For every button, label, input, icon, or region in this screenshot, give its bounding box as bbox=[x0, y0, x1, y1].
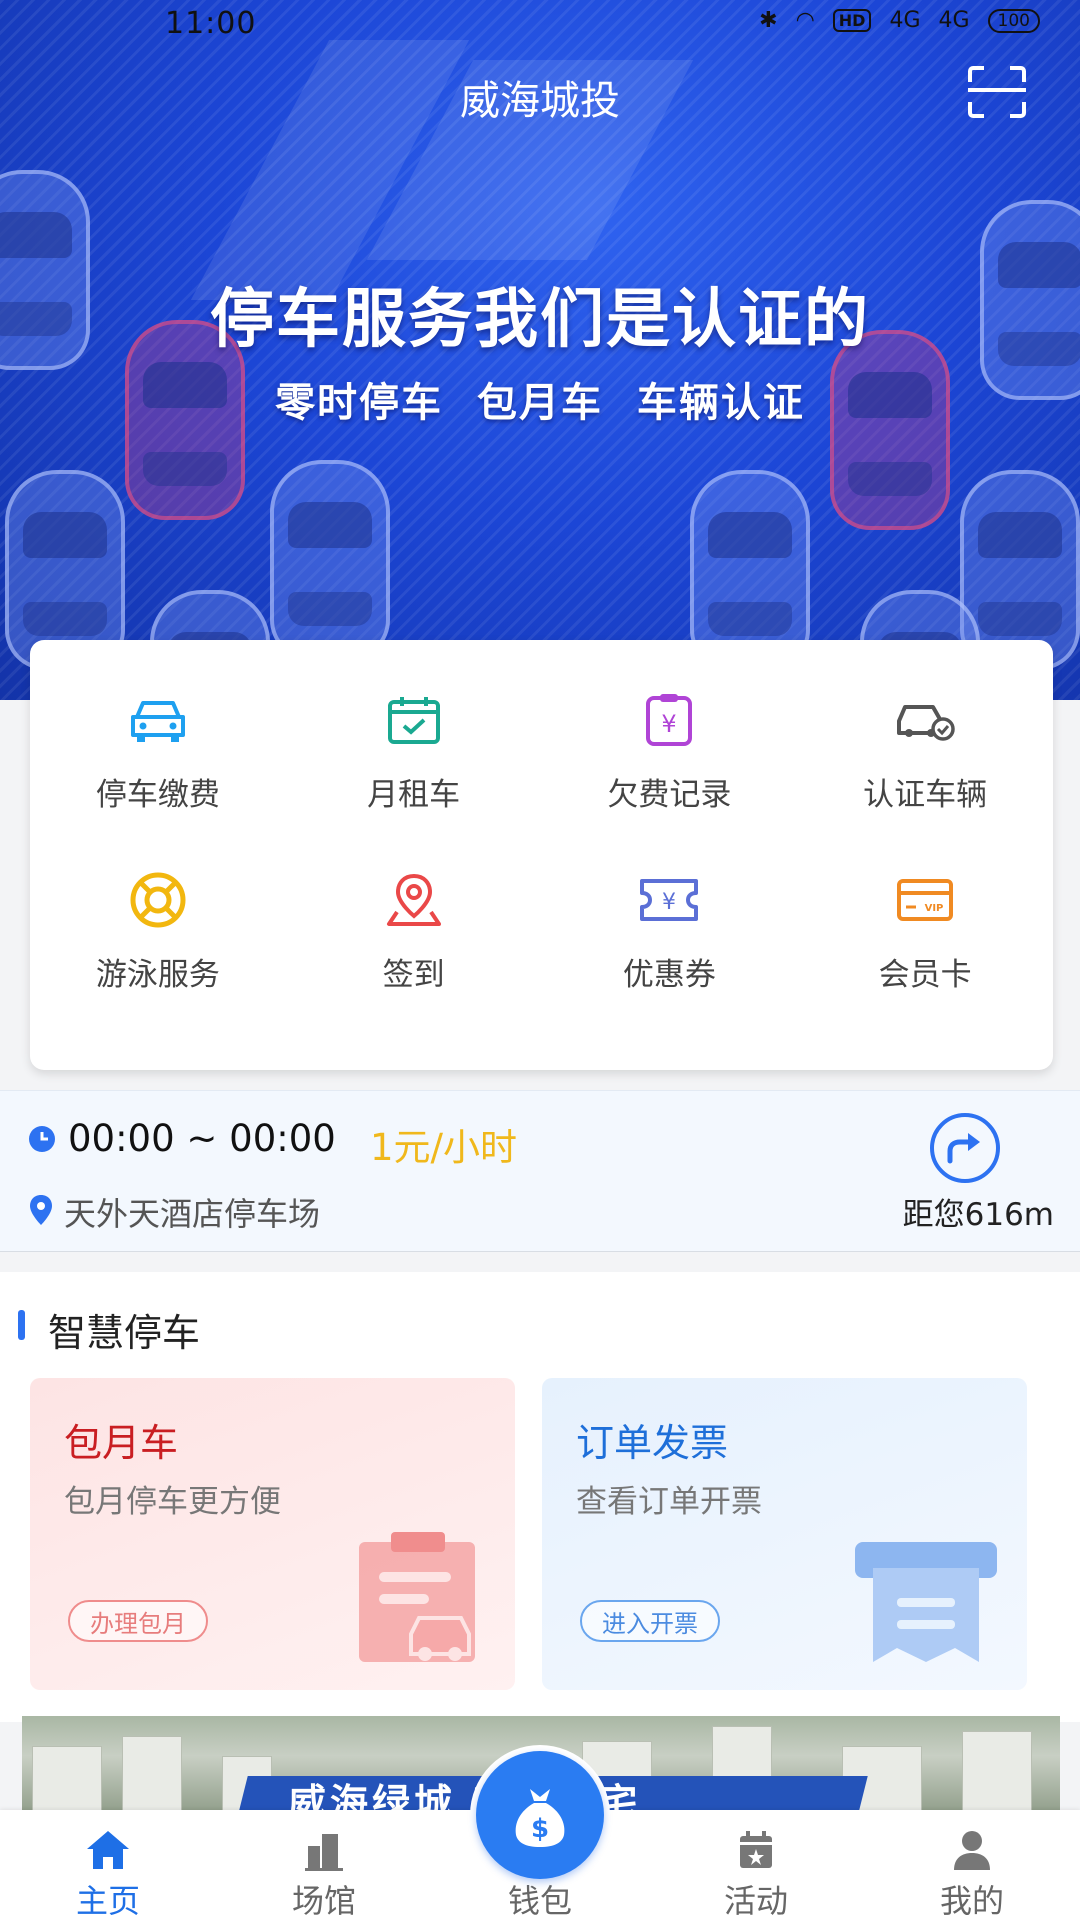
service-monthly-rental[interactable]: 月租车 bbox=[286, 685, 542, 865]
card-description: 查看订单开票 bbox=[576, 1484, 762, 1520]
parking-time-range: 00:00 ~ 00:00 bbox=[68, 1117, 336, 1160]
battery-icon: 100 bbox=[987, 8, 1040, 33]
svg-text:VIP: VIP bbox=[925, 903, 944, 914]
signal-icon: 4G bbox=[938, 8, 970, 33]
enter-invoicing-button[interactable]: 进入开票 bbox=[580, 1600, 720, 1642]
smart-parking-section: 智慧停车 包月车 包月停车更方便 办理包月 订单发票 查看订单开票 进入开票 bbox=[0, 1272, 1080, 1722]
map-pin-icon bbox=[30, 1195, 52, 1225]
car-illustration bbox=[270, 460, 390, 660]
signal-icon: 4G bbox=[889, 8, 921, 33]
parking-lot-name: 天外天酒店停车场 bbox=[64, 1195, 321, 1233]
building-illustration bbox=[32, 1746, 102, 1816]
service-label: 会员卡 bbox=[878, 957, 972, 993]
tab-label: 我的 bbox=[939, 1882, 1004, 1920]
service-label: 优惠券 bbox=[622, 957, 716, 993]
yen-clipboard-icon: ¥ bbox=[634, 685, 704, 755]
wifi-icon: ◠ bbox=[795, 8, 815, 33]
scan-icon[interactable] bbox=[968, 66, 1026, 118]
parking-price: 1元/小时 bbox=[370, 1126, 518, 1169]
parking-distance: 距您616m bbox=[902, 1197, 1054, 1233]
banner-headline: 停车服务我们是认证的 bbox=[210, 283, 870, 357]
nearby-parking-card[interactable]: 00:00 ~ 00:00 1元/小时 天外天酒店停车场 距您616m bbox=[0, 1090, 1080, 1252]
service-coupons[interactable]: ¥ 优惠券 bbox=[542, 865, 798, 1045]
receipt-icon bbox=[855, 1542, 997, 1662]
svg-text:$: $ bbox=[531, 1814, 549, 1844]
service-label: 停车缴费 bbox=[95, 777, 220, 813]
tab-events[interactable]: 活动 bbox=[648, 1810, 864, 1920]
section-accent-bar bbox=[18, 1310, 25, 1340]
car-icon bbox=[123, 685, 193, 755]
monthly-parking-card[interactable]: 包月车 包月停车更方便 办理包月 bbox=[30, 1378, 515, 1690]
apply-monthly-button[interactable]: 办理包月 bbox=[68, 1600, 208, 1642]
tab-label: 场馆 bbox=[291, 1882, 356, 1920]
location-pin-icon bbox=[379, 865, 449, 935]
tab-home[interactable]: 主页 bbox=[0, 1810, 216, 1920]
app-title: 威海城投 bbox=[460, 78, 620, 124]
turn-right-arrow-icon bbox=[947, 1133, 980, 1164]
hd-badge: HD bbox=[832, 9, 872, 32]
hero-banner[interactable]: 11:00 ✱ ◠ HD 4G 4G 100 威海城投 停车服务我们是认证的 零… bbox=[0, 0, 1080, 700]
clock-icon bbox=[29, 1126, 55, 1152]
coupon-icon: ¥ bbox=[634, 865, 704, 935]
service-verify-vehicle[interactable]: 认证车辆 bbox=[797, 685, 1053, 865]
service-swimming[interactable]: 游泳服务 bbox=[30, 865, 286, 1045]
vip-card-icon: VIP bbox=[890, 865, 960, 935]
building-illustration bbox=[962, 1731, 1032, 1816]
status-icons: ✱ ◠ HD 4G 4G 100 bbox=[759, 8, 1040, 33]
order-invoice-card[interactable]: 订单发票 查看订单开票 进入开票 bbox=[542, 1378, 1027, 1690]
calendar-check-icon bbox=[379, 685, 449, 755]
service-grid: 停车缴费 月租车 ¥ 欠费记录 认证车辆 游泳服务 签到 ¥ 优惠券 VIP 会… bbox=[30, 640, 1053, 1070]
home-icon bbox=[87, 1831, 129, 1869]
navigate-button[interactable] bbox=[930, 1113, 1000, 1183]
card-description: 包月停车更方便 bbox=[64, 1484, 281, 1520]
service-arrears-record[interactable]: ¥ 欠费记录 bbox=[542, 685, 798, 865]
section-title: 智慧停车 bbox=[48, 1311, 201, 1355]
calendar-star-icon bbox=[740, 1831, 772, 1868]
svg-text:¥: ¥ bbox=[662, 710, 677, 738]
banner-subline: 零时停车 包月车 车辆认证 bbox=[275, 380, 805, 426]
clipboard-car-icon bbox=[359, 1532, 475, 1662]
service-label: 月租车 bbox=[367, 777, 461, 813]
service-label: 认证车辆 bbox=[863, 777, 988, 813]
card-title: 包月车 bbox=[64, 1421, 179, 1465]
service-label: 欠费记录 bbox=[607, 777, 732, 813]
status-time: 11:00 bbox=[165, 6, 257, 41]
service-member-card[interactable]: VIP 会员卡 bbox=[797, 865, 1053, 1045]
tab-mine[interactable]: 我的 bbox=[864, 1810, 1080, 1920]
service-label: 游泳服务 bbox=[95, 957, 220, 993]
service-label: 签到 bbox=[382, 957, 445, 993]
tab-venues[interactable]: 场馆 bbox=[216, 1810, 432, 1920]
car-verified-icon bbox=[890, 685, 960, 755]
car-illustration bbox=[830, 330, 950, 530]
lifebuoy-icon bbox=[123, 865, 193, 935]
bluetooth-icon: ✱ bbox=[759, 8, 778, 33]
svg-text:¥: ¥ bbox=[662, 890, 676, 915]
service-parking-payment[interactable]: 停车缴费 bbox=[30, 685, 286, 865]
card-title: 订单发票 bbox=[576, 1421, 729, 1465]
wallet-button[interactable]: $ bbox=[476, 1751, 604, 1879]
money-bag-icon: $ bbox=[515, 1789, 565, 1847]
tab-label: 主页 bbox=[75, 1882, 140, 1920]
building-illustration bbox=[122, 1736, 182, 1816]
status-bar: 11:00 ✱ ◠ HD 4G 4G 100 bbox=[0, 0, 1080, 50]
buildings-icon bbox=[305, 1834, 343, 1871]
tab-label: 活动 bbox=[723, 1882, 788, 1920]
user-icon bbox=[954, 1831, 990, 1870]
service-check-in[interactable]: 签到 bbox=[286, 865, 542, 1045]
